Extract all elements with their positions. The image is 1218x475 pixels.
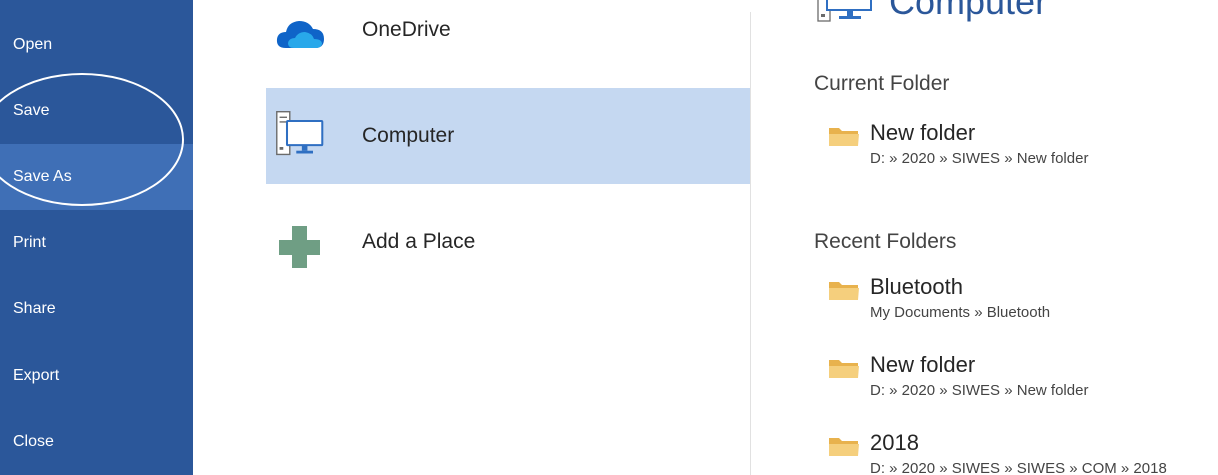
folder-name: New folder — [870, 120, 976, 145]
nav-save[interactable]: Save — [0, 78, 193, 144]
folders-pane: Computer Current Folder New folder D: » … — [751, 0, 1218, 475]
folder-item[interactable]: 2018 D: » 2020 » SIWES » SIWES » COM » 2… — [828, 430, 1218, 475]
folder-item[interactable]: New folder D: » 2020 » SIWES » New folde… — [828, 120, 1218, 176]
folder-path: D: » 2020 » SIWES » New folder — [870, 150, 1089, 167]
place-onedrive-label: OneDrive — [362, 18, 451, 41]
computer-icon — [276, 111, 324, 156]
nav-print[interactable]: Print — [0, 210, 193, 276]
recent-folders-title: Recent Folders — [814, 230, 957, 253]
nav-share[interactable]: Share — [0, 276, 193, 342]
cloud-icon — [276, 21, 324, 48]
place-add-a-place-label: Add a Place — [362, 230, 476, 253]
places-list: OneDrive Computer Add a Place — [193, 0, 750, 475]
backstage-save-as: Open Save Save As Print Share Export Clo… — [0, 0, 1218, 475]
folder-path: D: » 2020 » SIWES » New folder — [870, 382, 1089, 399]
folder-name: Bluetooth — [870, 274, 963, 299]
place-computer-label: Computer — [362, 124, 455, 147]
place-computer[interactable]: Computer — [266, 88, 750, 184]
backstage-nav: Open Save Save As Print Share Export Clo… — [0, 0, 193, 475]
nav-open[interactable]: Open — [0, 12, 193, 78]
nav-export[interactable]: Export — [0, 343, 193, 409]
folder-path: My Documents » Bluetooth — [870, 304, 1051, 321]
computer-heading-text: Computer — [889, 0, 1048, 22]
current-folder-title: Current Folder — [814, 72, 950, 95]
folder-name: New folder — [870, 352, 976, 377]
folder-icon — [829, 438, 859, 456]
folder-icon — [829, 128, 859, 146]
folder-name: 2018 — [870, 430, 919, 455]
folder-path: D: » 2020 » SIWES » SIWES » COM » 2018 — [870, 460, 1167, 475]
computer-heading-icon — [817, 0, 872, 22]
folder-icon — [829, 282, 859, 300]
plus-icon — [279, 226, 320, 268]
place-onedrive[interactable]: OneDrive — [266, 0, 750, 78]
nav-save-as[interactable]: Save As — [0, 144, 193, 210]
place-add-a-place[interactable]: Add a Place — [266, 194, 750, 290]
folder-icon — [829, 360, 859, 378]
folder-item[interactable]: Bluetooth My Documents » Bluetooth — [828, 274, 1218, 330]
folder-item[interactable]: New folder D: » 2020 » SIWES » New folde… — [828, 352, 1218, 408]
nav-close[interactable]: Close — [0, 409, 193, 475]
